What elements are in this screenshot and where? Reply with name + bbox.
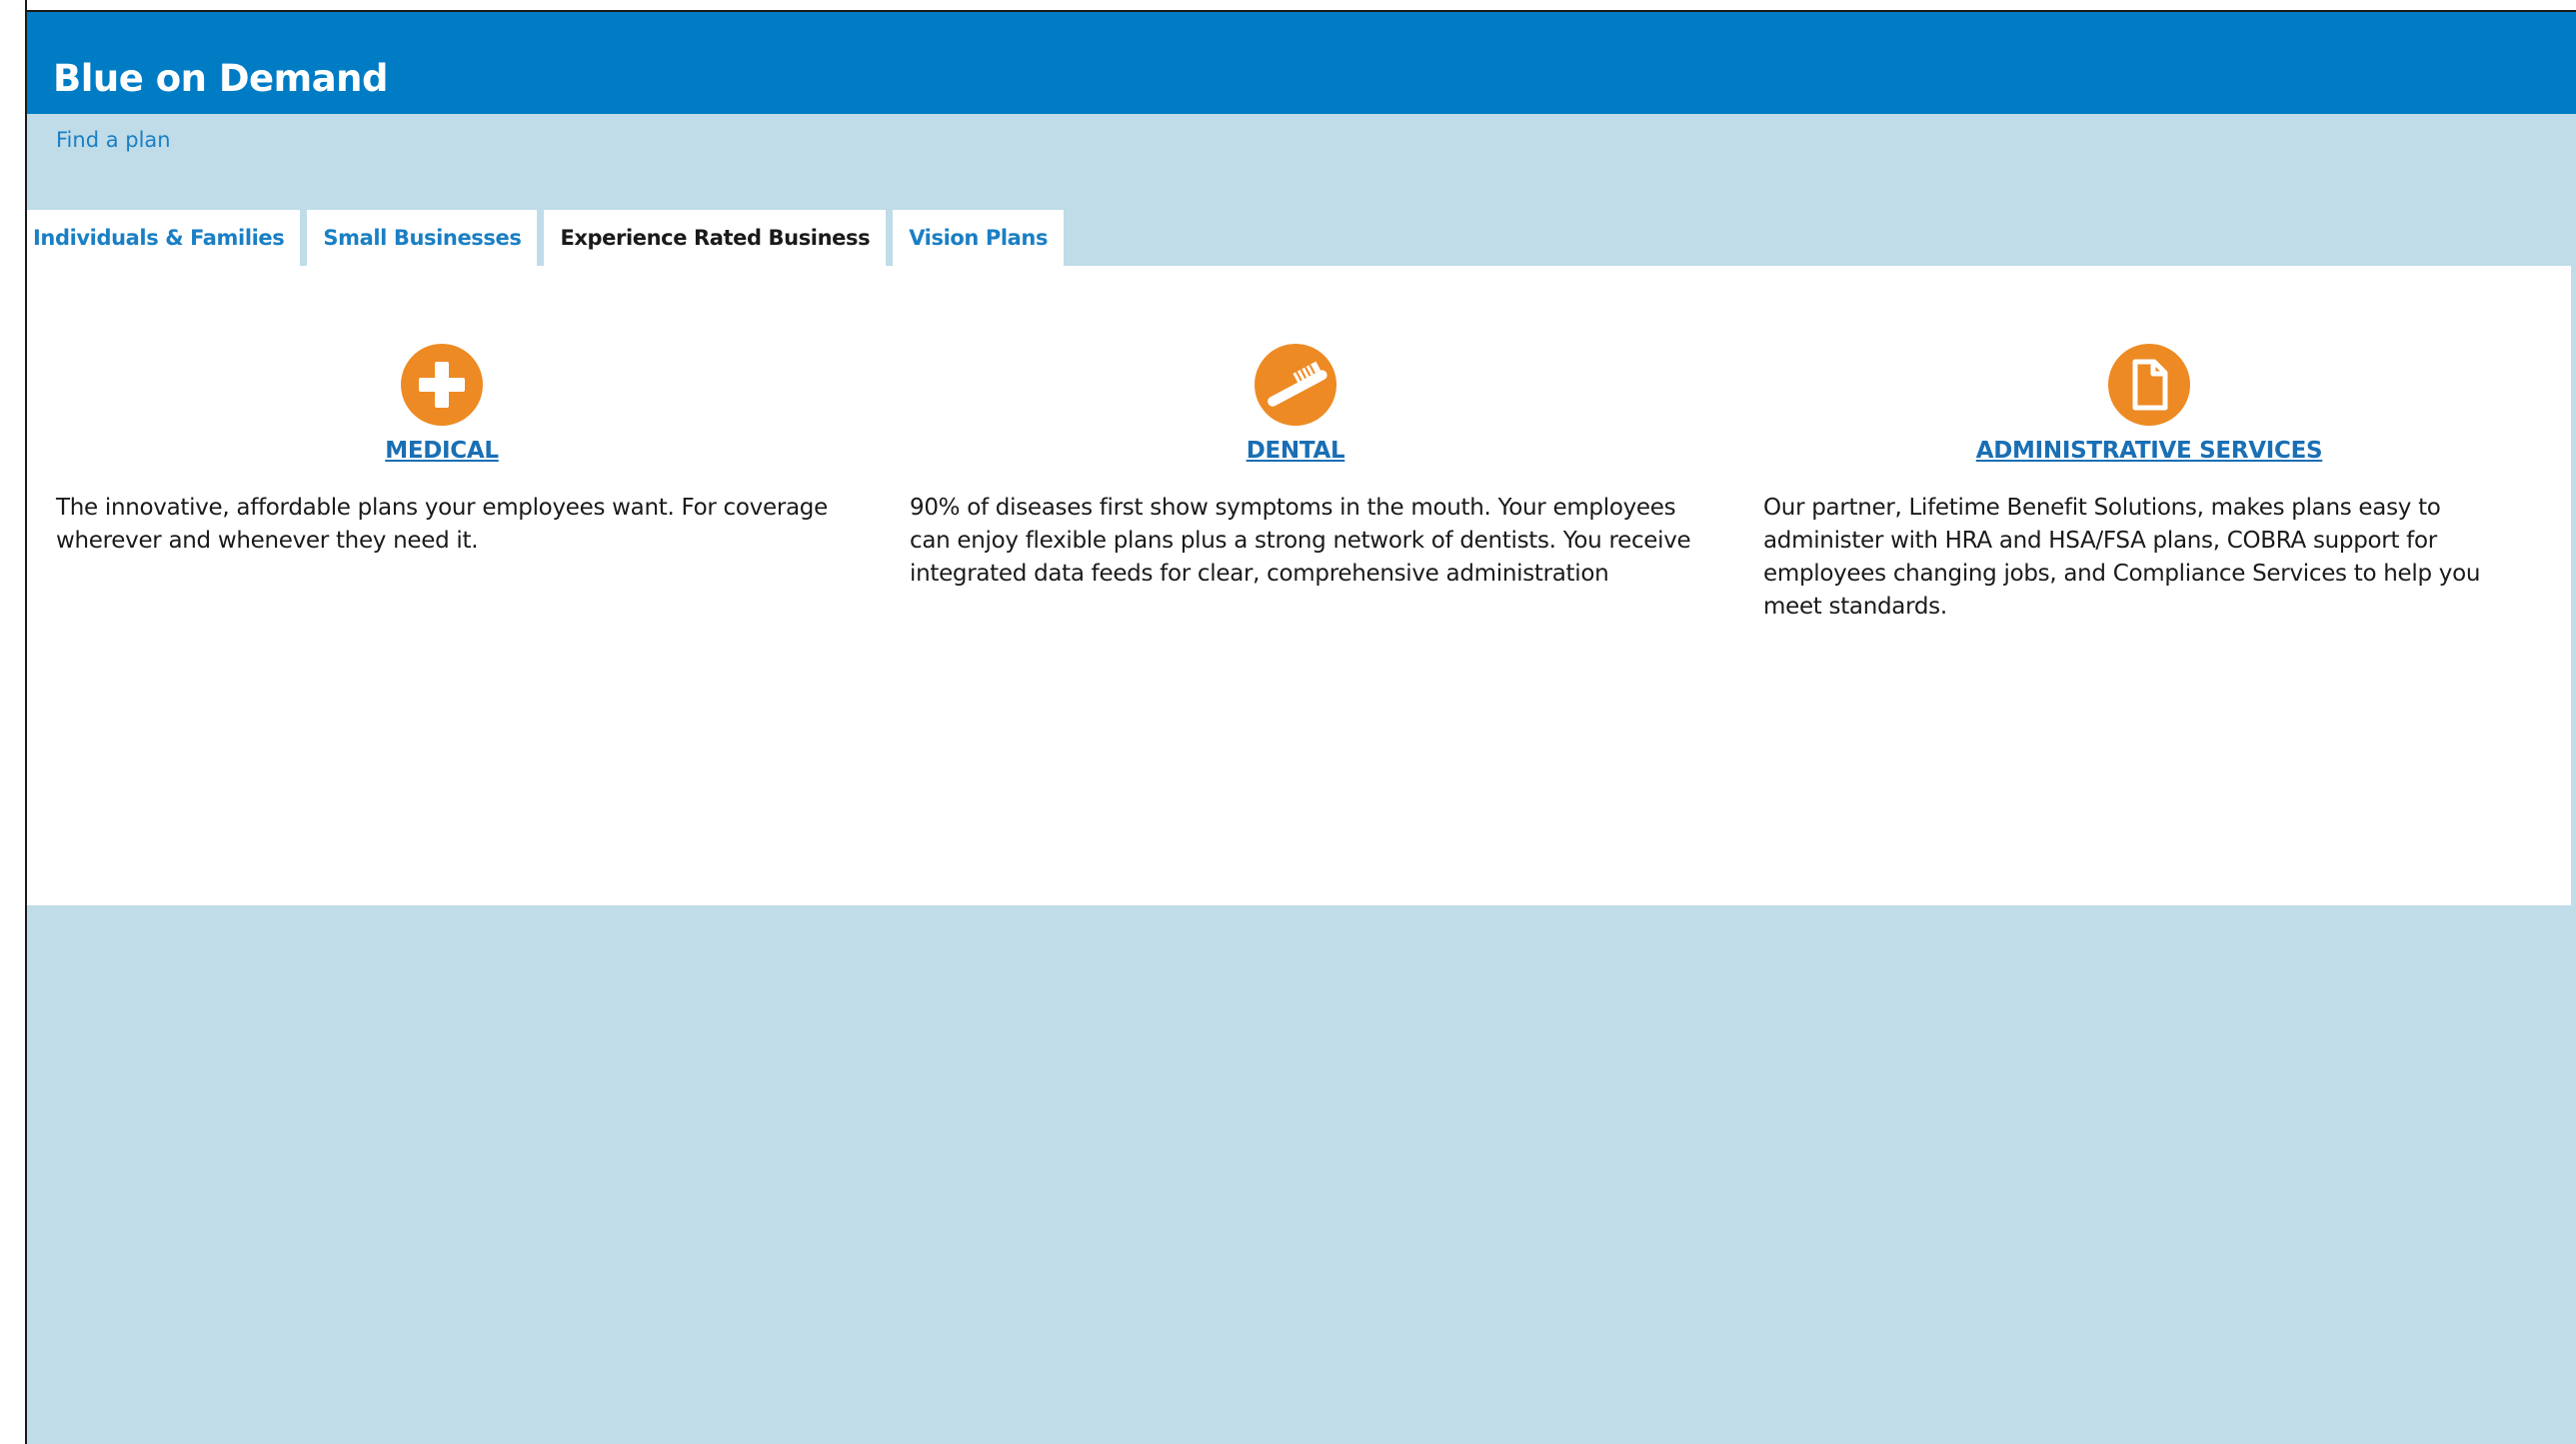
dental-description: 90% of diseases first show symptoms in t… — [910, 495, 1691, 587]
medical-link[interactable]: MEDICAL — [385, 438, 499, 464]
plan-tabs: Individuals & Families Small Businesses … — [27, 210, 1071, 266]
administrative-services-title-container: ADMINISTRATIVE SERVICES — [1734, 438, 2564, 464]
toothbrush-icon[interactable] — [1255, 344, 1336, 426]
document-icon[interactable] — [2108, 344, 2190, 426]
medical-title-container: MEDICAL — [27, 438, 857, 464]
tab-vision-plans[interactable]: Vision Plans — [893, 210, 1065, 266]
dental-title-container: DENTAL — [881, 438, 1710, 464]
top-border — [0, 0, 2576, 12]
site-header: Blue on Demand — [27, 12, 2576, 114]
tab-panel: MEDICAL The innovative, affordable plans… — [27, 266, 2571, 905]
dental-link[interactable]: DENTAL — [1247, 438, 1345, 464]
administrative-services-link[interactable]: ADMINISTRATIVE SERVICES — [1976, 438, 2323, 464]
page: Blue on Demand Find a plan Individuals &… — [27, 12, 2576, 1444]
tab-small-businesses[interactable]: Small Businesses — [307, 210, 538, 266]
browser-frame: Blue on Demand Find a plan Individuals &… — [0, 0, 2576, 1444]
tab-experience-rated-business[interactable]: Experience Rated Business — [544, 210, 887, 266]
tab-individuals-families[interactable]: Individuals & Families — [27, 210, 301, 266]
administrative-services-description: Our partner, Lifetime Benefit Solutions,… — [1763, 495, 2481, 620]
left-border — [0, 0, 27, 1444]
medical-description: The innovative, affordable plans your em… — [56, 495, 828, 554]
site-title: Blue on Demand — [53, 57, 389, 100]
find-a-plan-link[interactable]: Find a plan — [56, 128, 171, 152]
plus-icon[interactable] — [401, 344, 483, 426]
